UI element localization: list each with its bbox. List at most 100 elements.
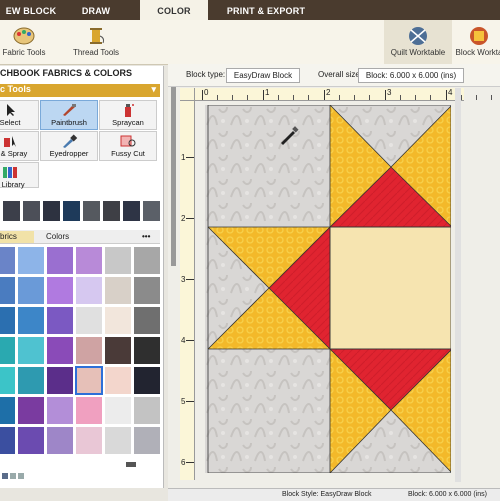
ruler-tick [186,340,194,341]
fabric-swatch[interactable] [133,336,161,365]
ruler-tick [186,218,194,219]
ruler-minor-tick [400,95,401,100]
recent-fabric-swatch[interactable] [142,200,161,222]
fabric-swatch[interactable] [17,246,45,275]
tab-new-block[interactable]: EW BLOCK [0,0,62,20]
fabric-swatch[interactable] [46,306,74,335]
fabric-swatch[interactable] [17,276,45,305]
fabric-swatch[interactable] [75,396,103,425]
fabric-swatch[interactable] [0,366,16,395]
tools-header[interactable]: c Tools ▾ [0,84,160,97]
recent-fabric-swatch[interactable] [82,200,101,222]
fabric-swatch[interactable] [133,246,161,275]
fabric-library-button[interactable]: n Library [0,162,39,189]
paintbrush-tool-button[interactable]: Paintbrush [40,100,98,130]
fabric-swatch[interactable] [0,306,16,335]
fabric-swatch[interactable] [75,336,103,365]
page-dots[interactable] [2,472,32,482]
spraycan-tool-button[interactable]: Spraycan [99,100,157,130]
fabric-swatch-grid [0,246,161,456]
center-square[interactable] [330,227,451,349]
fussy-cut-tool-button[interactable]: Fussy Cut [99,131,157,161]
fabric-tools-button[interactable]: Fabric Tools [0,20,48,64]
fabric-swatch[interactable] [75,276,103,305]
fabric-swatch[interactable] [133,426,161,455]
tab-color[interactable]: COLOR [140,0,208,20]
fabric-swatch[interactable] [46,366,74,395]
fabric-swatch[interactable] [46,246,74,275]
fabric-swatch[interactable] [104,426,132,455]
palette-icon [13,27,35,45]
fabric-swatch[interactable] [104,336,132,365]
fabric-swatch[interactable] [75,306,103,335]
fabric-swatch[interactable] [133,366,161,395]
recent-fabric-swatch[interactable] [102,200,121,222]
fabric-swatch[interactable] [0,396,16,425]
ruler-minor-tick [232,95,233,100]
thread-tools-button[interactable]: Thread Tools [68,20,124,64]
quilt-worktable-button[interactable]: Quilt Worktable [384,20,452,64]
fabric-swatch[interactable] [75,426,103,455]
spraycan-tool-label: Spraycan [112,118,144,127]
tab-print-export[interactable]: PRINT & EXPORT [216,0,316,20]
ruler-tick [385,90,386,100]
fabric-swatch[interactable] [46,426,74,455]
recent-fabric-swatch[interactable] [2,200,21,222]
quilt-block-canvas[interactable] [205,105,451,473]
fabric-swatch[interactable] [104,396,132,425]
panel-splitter[interactable] [171,66,176,266]
scrollbar-thumb[interactable] [126,462,136,467]
collapse-arrow-icon[interactable]: ▾ [151,84,156,95]
fabric-swatch[interactable] [46,396,74,425]
ruler-minor-tick [461,95,462,100]
fabric-swatch[interactable] [0,246,16,275]
fabric-swatch[interactable] [75,246,103,275]
ruler-minor-tick [278,95,279,100]
fabric-swatch[interactable] [104,366,132,395]
ruler-tick [324,90,325,100]
fabric-swatch[interactable] [46,336,74,365]
fabric-swatch[interactable] [17,336,45,365]
recent-fabrics-row [0,200,161,224]
block-worktable-button[interactable]: Block Workta [454,20,500,64]
select-spray-tool-button[interactable]: ct & Spray [0,131,39,161]
fabric-swatch[interactable] [46,276,74,305]
fabric-swatch[interactable] [104,246,132,275]
fabric-swatch[interactable] [0,276,16,305]
ruler-tick [186,401,194,402]
fabric-swatch[interactable] [104,306,132,335]
ruler-tick-label: 6 [181,458,186,467]
tab-draw[interactable]: DRAW [62,0,130,20]
canvas-scrollbar[interactable] [455,88,461,482]
ruler-minor-tick [247,95,248,100]
recent-fabric-swatch[interactable] [42,200,61,222]
fabric-swatch[interactable] [75,366,103,395]
spool-icon [90,28,105,44]
ruler-tick [446,90,447,100]
fabric-swatch[interactable] [17,396,45,425]
fabric-swatch[interactable] [133,396,161,425]
ruler-tick [263,90,264,100]
fabric-swatch[interactable] [17,306,45,335]
more-options-icon[interactable]: ••• [142,231,158,243]
tab-fabrics[interactable]: brics [0,231,34,243]
paintbrush-icon [63,104,76,116]
block-info-bar: Block type: EasyDraw Block Overall size:… [168,64,500,87]
tab-colors[interactable]: Colors [46,231,86,243]
fabric-swatch[interactable] [0,336,16,365]
fabric-swatch[interactable] [17,426,45,455]
ruler-tick-label: 5 [181,397,186,406]
select-tool-button[interactable]: Select [0,100,39,130]
recent-fabric-swatch[interactable] [22,200,41,222]
fabric-swatch[interactable] [17,366,45,395]
spraycan-icon [125,104,134,117]
fabric-swatch[interactable] [133,306,161,335]
select-spray-tool-label: ct & Spray [0,149,28,158]
recent-fabric-swatch[interactable] [122,200,141,222]
vertical-ruler: 1 2 3 4 5 6 [180,100,195,480]
eyedropper-tool-button[interactable]: Eyedropper [40,131,98,161]
fabric-swatch[interactable] [104,276,132,305]
fabric-swatch[interactable] [133,276,161,305]
recent-fabric-swatch[interactable] [62,200,81,222]
fabric-swatch[interactable] [0,426,16,455]
